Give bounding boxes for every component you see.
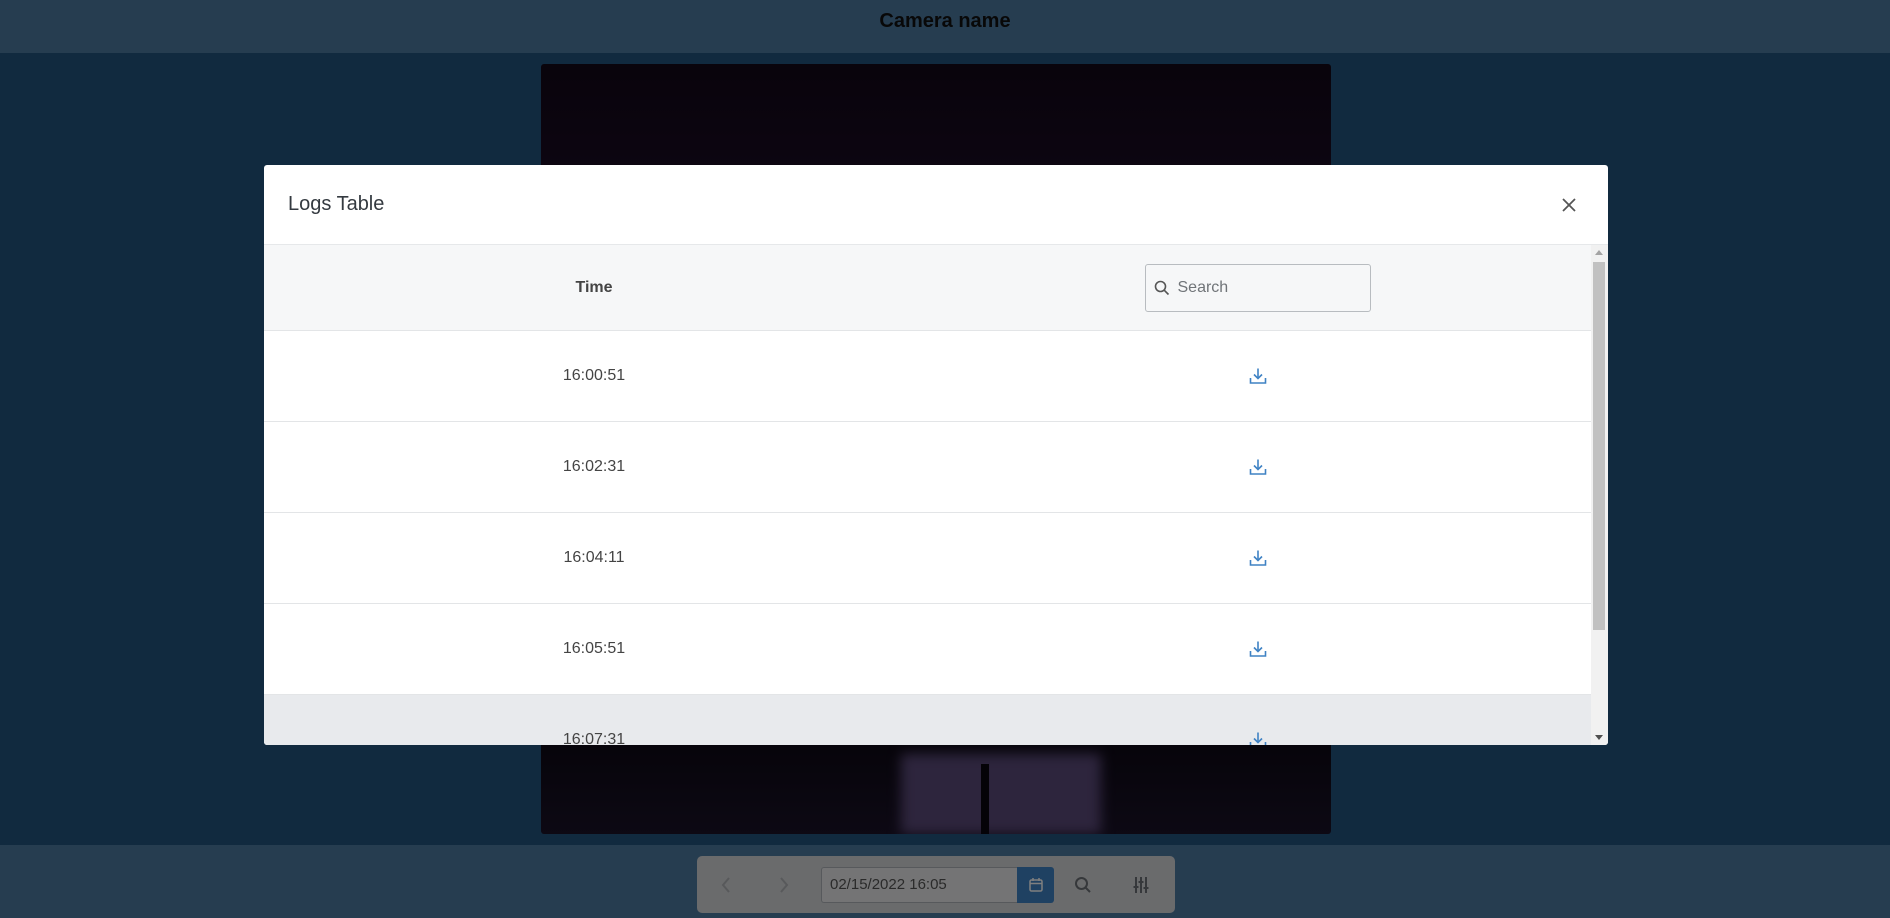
search-icon	[1154, 280, 1169, 295]
close-button[interactable]	[1554, 190, 1584, 220]
table-row: 16:02:31	[264, 422, 1591, 513]
download-button[interactable]	[1243, 361, 1273, 391]
scroll-down-arrow-icon[interactable]	[1595, 735, 1603, 740]
row-time: 16:04:11	[563, 549, 625, 566]
download-button[interactable]	[1243, 452, 1273, 482]
logs-modal: Logs Table Time 16:00:51 16:02:31	[264, 165, 1608, 745]
download-button[interactable]	[1243, 543, 1273, 573]
download-icon	[1249, 732, 1266, 745]
download-icon	[1249, 459, 1266, 475]
scrollbar-thumb[interactable]	[1593, 262, 1605, 630]
column-header-time: Time	[575, 278, 613, 296]
table-header: Time	[264, 245, 1591, 331]
table-row: 16:07:31	[264, 695, 1591, 745]
modal-header: Logs Table	[264, 165, 1608, 245]
download-button[interactable]	[1243, 634, 1273, 664]
row-time: 16:00:51	[562, 367, 626, 384]
close-icon	[1562, 197, 1576, 212]
logs-table: Time 16:00:51 16:02:31 16:04:11	[264, 245, 1591, 745]
search-input[interactable]	[1175, 277, 1350, 298]
table-row: 16:00:51	[264, 331, 1591, 422]
search-field[interactable]	[1144, 263, 1371, 312]
modal-title: Logs Table	[288, 193, 385, 215]
table-scrollbar[interactable]	[1591, 245, 1608, 745]
download-icon	[1249, 368, 1266, 384]
download-icon	[1249, 641, 1266, 657]
download-button[interactable]	[1243, 725, 1273, 745]
row-time: 16:07:31	[562, 731, 626, 745]
download-icon	[1249, 550, 1266, 566]
table-row: 16:04:11	[264, 513, 1591, 604]
table-row: 16:05:51	[264, 604, 1591, 695]
row-time: 16:05:51	[562, 640, 626, 657]
scroll-up-arrow-icon[interactable]	[1595, 250, 1603, 255]
row-time: 16:02:31	[562, 458, 626, 475]
